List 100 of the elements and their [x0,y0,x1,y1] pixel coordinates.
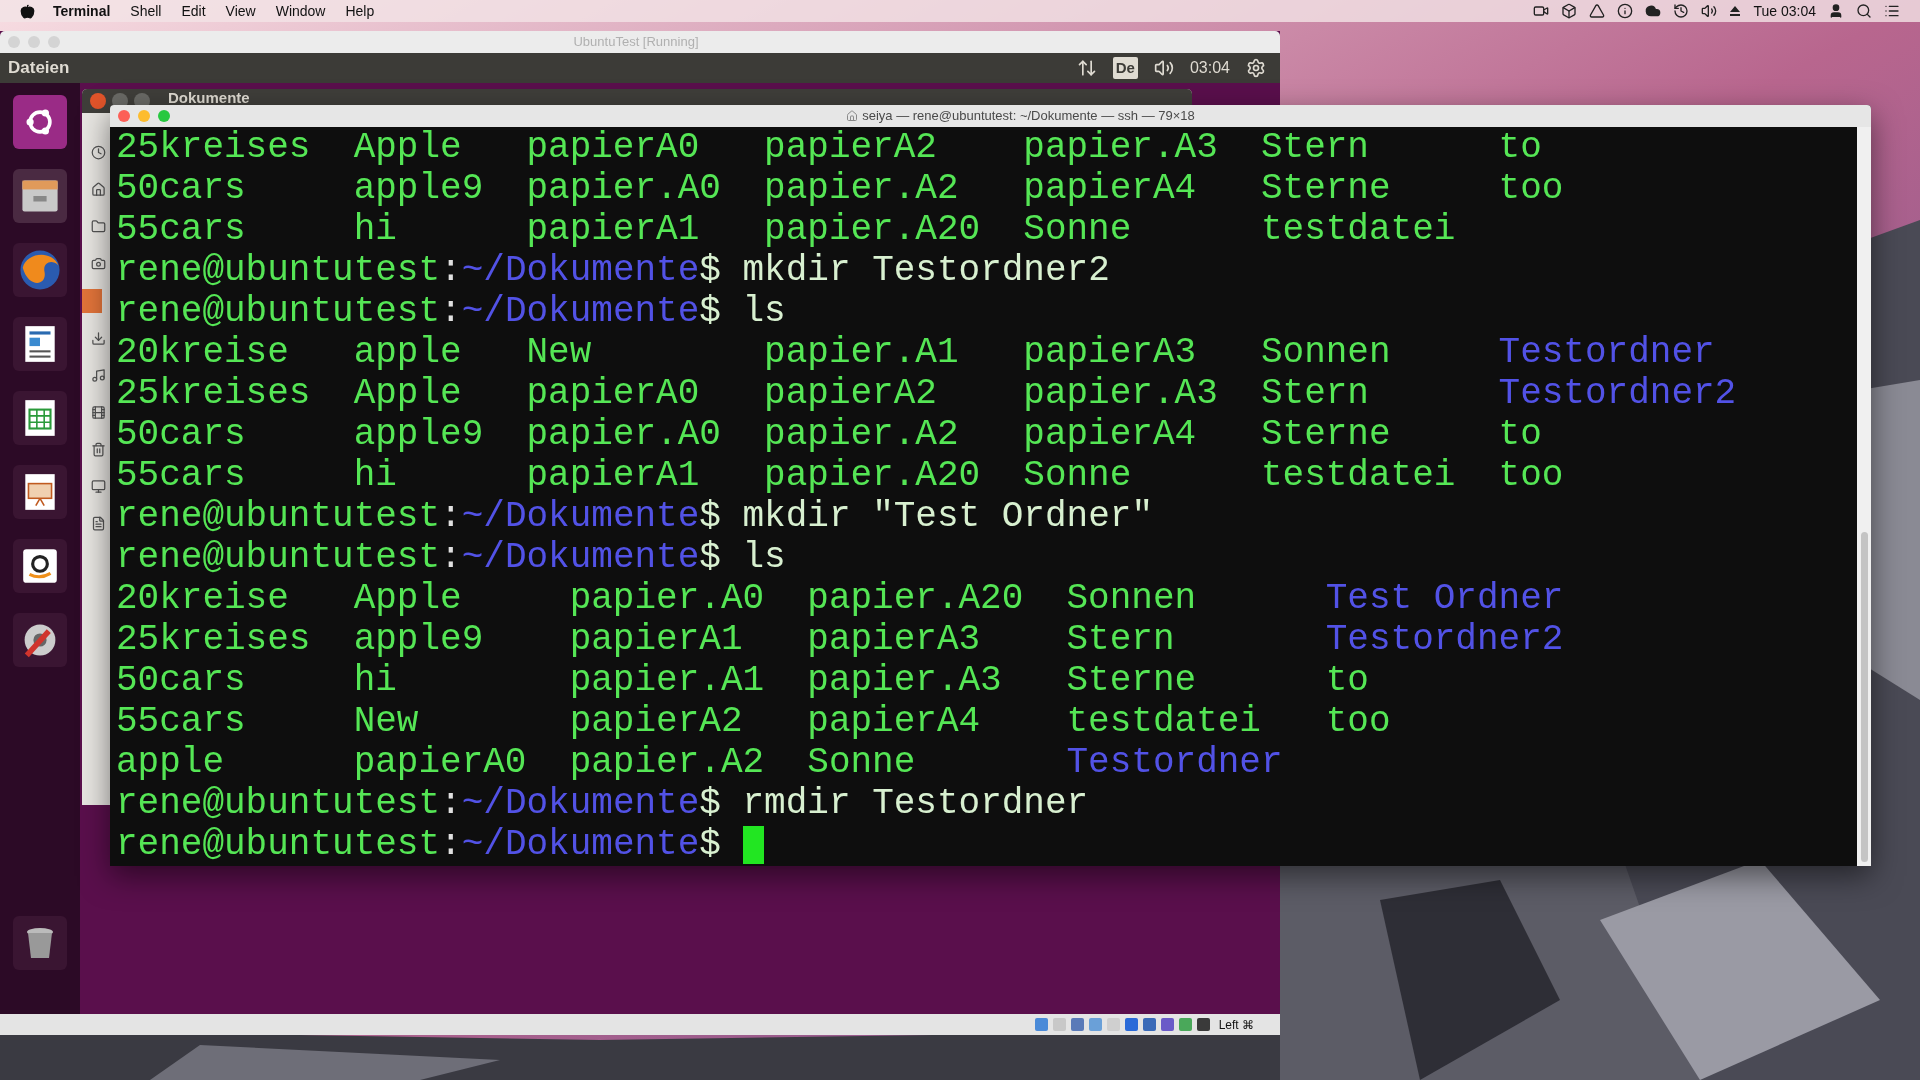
menu-clock[interactable]: Tue 03:04 [1753,0,1816,22]
file-name: papier.A0 [526,414,721,455]
prompt-path: ~/Dokumente [461,783,700,824]
file-name: to [1325,660,1369,701]
prompt-path: ~/Dokumente [461,250,700,291]
menu-item[interactable]: View [225,0,256,22]
prompt-separator: : [440,537,462,578]
folder-icon[interactable] [91,219,106,234]
ubuntu-logo-icon[interactable] [13,95,67,149]
list-icon[interactable] [1884,3,1900,19]
file-name: Sonne [1023,455,1132,496]
file-name: hi [353,209,397,250]
file-name: New [526,332,592,373]
volume-icon[interactable] [1153,58,1174,78]
file-name: hi [353,455,397,496]
info-icon[interactable] [1617,3,1634,19]
history-icon[interactable] [1673,3,1690,19]
file-name: 20kreise [116,578,289,619]
cloud-icon[interactable] [1645,3,1662,19]
file-name: papierA0 [353,742,527,783]
settings-icon[interactable] [13,613,67,667]
prompt-separator: : [440,291,462,332]
presentation-icon[interactable] [13,465,67,519]
status-icon[interactable] [1196,1018,1210,1031]
file-name: testdatei [1260,455,1456,496]
settings-icon[interactable] [1246,58,1266,78]
file-name: to [1498,127,1542,168]
status-icon[interactable] [1160,1018,1174,1031]
monitor-icon[interactable] [91,479,106,494]
file-name: papierA3 [807,619,981,660]
prompt-sign: $ [699,537,721,578]
host-key-label: Left ⌘ [1218,1016,1254,1034]
trash-icon[interactable] [13,916,67,970]
command-text: mkdir Testordner2 [742,250,1110,291]
close-button[interactable] [90,93,106,109]
file-name: papierA4 [1023,168,1197,209]
prompt-user: rene@ubuntutest [116,783,441,824]
prompt-separator: : [440,250,462,291]
globe-icon[interactable] [13,243,67,297]
music-icon[interactable] [91,368,106,383]
file-name: papierA4 [1023,414,1197,455]
command-text: ls [742,537,786,578]
home-icon [846,110,859,122]
network-icon[interactable] [1076,58,1097,78]
app-menu[interactable]: Terminal [53,0,111,22]
box-icon[interactable] [1561,3,1578,19]
prompt-user: rene@ubuntutest [116,824,441,865]
trash-icon[interactable] [91,442,106,457]
status-icon[interactable] [1142,1018,1156,1031]
file-name: 55cars [116,455,246,496]
scrollbar[interactable] [1857,127,1871,866]
file-name: Sterne [1260,414,1391,455]
volume-icon[interactable] [1701,3,1718,19]
file-name: to [1498,414,1542,455]
file-name: testdatei [1066,701,1261,742]
document-icon[interactable] [13,317,67,371]
spreadsheet-icon[interactable] [13,391,67,445]
menu-item[interactable]: Window [275,0,326,22]
home-icon[interactable] [91,182,106,197]
file-name: too [1325,701,1391,742]
camera-icon[interactable] [91,256,106,271]
drawer-icon[interactable] [13,169,67,223]
clock-icon[interactable] [91,145,106,160]
prompt-user: rene@ubuntutest [116,250,441,291]
file-name: papierA1 [569,619,743,660]
camera-icon[interactable] [1533,3,1550,19]
keyboard-indicator[interactable]: De [1112,56,1138,80]
menu-item[interactable]: Help [345,0,375,22]
file-name: papierA0 [526,127,700,168]
document-icon[interactable] [91,516,106,531]
download-icon[interactable] [91,331,106,346]
directory-name: Testordner2 [1498,373,1737,414]
file-name: apple9 [353,414,484,455]
prompt-separator: : [440,783,462,824]
command-text: rmdir Testordner [742,783,1089,824]
file-name: papierA4 [807,701,981,742]
user-icon[interactable] [1828,3,1844,19]
status-icon[interactable] [1124,1018,1138,1031]
search-icon[interactable] [1856,3,1872,19]
file-name: Stern [1260,127,1369,168]
prompt-path: ~/Dokumente [461,291,700,332]
shopping-icon[interactable] [13,539,67,593]
file-name: papierA2 [569,701,743,742]
file-name: Sterne [1066,660,1197,701]
menu-item[interactable]: Shell [130,0,162,22]
triangle-icon[interactable] [1589,3,1606,19]
panel-clock[interactable]: 03:04 [1189,56,1230,80]
film-icon[interactable] [91,405,106,420]
prompt-sign: $ [699,291,721,332]
menu-item[interactable]: Edit [181,0,206,22]
file-name: Apple [353,578,462,619]
file-name: papier.A1 [764,332,959,373]
file-name: Apple [353,127,462,168]
file-name: apple [353,332,462,373]
file-name: papierA2 [764,127,937,168]
apple-icon[interactable] [20,3,35,19]
file-name: New [353,701,419,742]
file-name: papier.A20 [764,209,981,250]
eject-icon[interactable] [1729,5,1742,17]
scrollbar-thumb[interactable] [1860,532,1868,862]
